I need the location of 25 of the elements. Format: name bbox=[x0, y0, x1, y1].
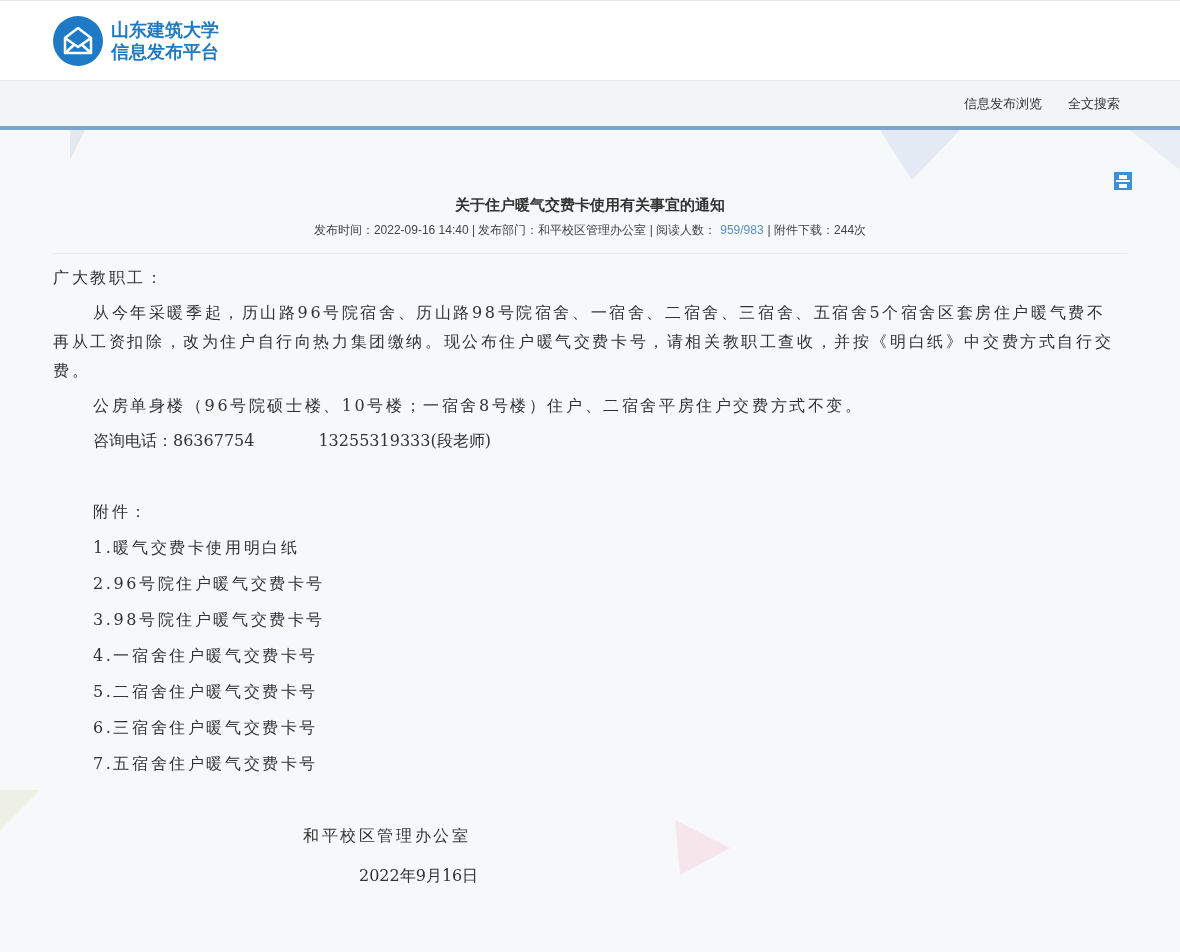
article-meta-text: | 附件下载：244次 bbox=[767, 221, 867, 239]
envelope-logo-icon bbox=[53, 15, 103, 66]
attachment-link[interactable]: 7.五宿舍住户暖气交费卡号 bbox=[53, 748, 1127, 778]
print-icon[interactable] bbox=[1114, 172, 1132, 190]
paragraph-text: 从今年采暖季起，历山路96号院宿舍、历山路98号院宿舍、一宿舍、二宿舍、三宿舍、五宿舍5个宿舍区套房住户暖气费不再从工资扣除，改为住户自行向热力集团缴纳。现公布住户暖气交费卡号，请相关教职工查收，并按《明白纸》中交费方式自行交费。 bbox=[53, 301, 1115, 382]
attachment-link[interactable]: 3.98号院住户暖气交费卡号 bbox=[53, 604, 1127, 634]
article-title: 关于住户暖气交费卡使用有关事宜的通知 bbox=[455, 195, 725, 215]
attachments-label: 附件： bbox=[92, 500, 150, 523]
phone-text: 咨询电话：86367754 bbox=[93, 429, 255, 452]
read-count-text: 959/983 bbox=[720, 221, 764, 239]
signature-text: 和平校区管理办公室 bbox=[302, 824, 472, 847]
attachment-link[interactable]: 5.二宿舍住户暖气交费卡号 bbox=[53, 676, 1127, 706]
nav-link[interactable]: 全文搜索 bbox=[1068, 93, 1120, 114]
nav-link[interactable]: 信息发布浏览 bbox=[964, 93, 1042, 114]
mobile-text: 13255319333(段老师) bbox=[318, 429, 491, 452]
date-text: 2022年9月16日 bbox=[358, 864, 480, 887]
attachment-link[interactable]: 1.暖气交费卡使用明白纸 bbox=[53, 532, 1127, 562]
attachment-link[interactable]: 2.96号院住户暖气交费卡号 bbox=[53, 568, 1127, 598]
attachment-link[interactable]: 4.一宿舍住户暖气交费卡号 bbox=[53, 640, 1127, 670]
greeting-text: 广大教职工： bbox=[53, 266, 166, 289]
logo-subtitle: 信息发布平台 bbox=[111, 40, 219, 63]
attachment-link[interactable]: 6.三宿舍住户暖气交费卡号 bbox=[53, 712, 1127, 742]
logo-title: 山东建筑大学 bbox=[111, 18, 219, 41]
article-meta-text: 发布时间：2022-09-16 14:40 | 发布部门：和平校区管理办公室 | 阅读人数： bbox=[313, 221, 717, 239]
paragraph-text: 公房单身楼（96号院硕士楼、10号楼；一宿舍8号楼）住户、二宿舍平房住户交费方式不变。 bbox=[92, 394, 865, 417]
